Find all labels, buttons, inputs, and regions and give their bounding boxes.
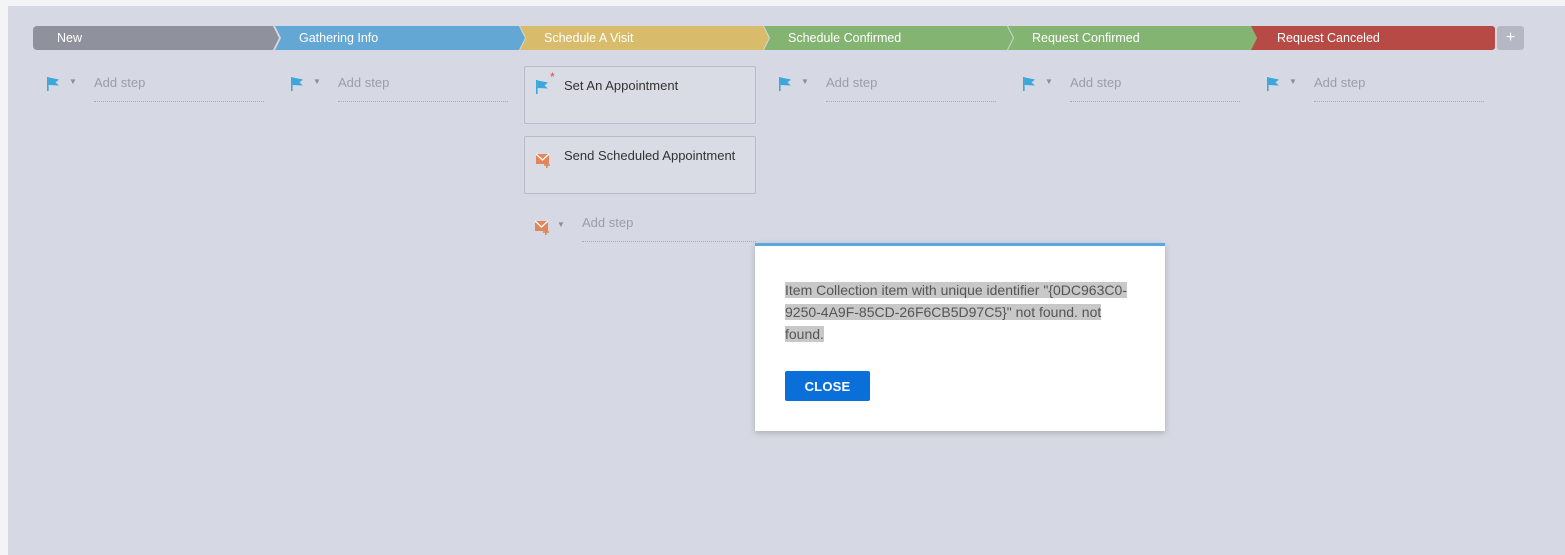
chevron-down-icon[interactable]: ▼ xyxy=(1289,77,1297,86)
stage-schedule-a-visit[interactable]: Schedule A Visit xyxy=(520,26,769,50)
stage-new[interactable]: New xyxy=(33,26,279,50)
step-card-label: Send Scheduled Appointment xyxy=(564,148,736,163)
error-message: Item Collection item with unique identif… xyxy=(785,279,1135,345)
stage-gathering-info[interactable]: Gathering Info xyxy=(275,26,525,50)
add-step-input[interactable]: Add step xyxy=(338,72,508,102)
chevron-down-icon[interactable]: ▼ xyxy=(801,77,809,86)
error-dialog: Item Collection item with unique identif… xyxy=(755,243,1165,431)
flag-icon[interactable] xyxy=(1266,76,1282,92)
add-step-input[interactable]: Add step xyxy=(94,72,264,102)
required-asterisk-icon: * xyxy=(550,70,555,84)
email-task-icon xyxy=(535,152,553,173)
flag-icon[interactable] xyxy=(778,76,794,92)
step-card-set-appointment[interactable]: * Set An Appointment xyxy=(524,66,756,124)
add-step-input[interactable]: Add step xyxy=(1070,72,1240,102)
chevron-down-icon[interactable]: ▼ xyxy=(69,77,77,86)
error-message-text: Item Collection item with unique identif… xyxy=(785,282,1127,342)
flag-icon xyxy=(535,79,551,100)
add-step-input[interactable]: Add step xyxy=(1314,72,1484,102)
email-task-icon[interactable] xyxy=(534,219,550,235)
step-card-send-scheduled-appointment[interactable]: Send Scheduled Appointment xyxy=(524,136,756,194)
chevron-down-icon[interactable]: ▼ xyxy=(557,220,565,229)
add-stage-button[interactable]: + xyxy=(1497,26,1524,50)
step-card-label: Set An Appointment xyxy=(564,78,679,93)
add-step-input[interactable]: Add step xyxy=(582,212,756,242)
flag-icon[interactable] xyxy=(1022,76,1038,92)
stage-schedule-confirmed[interactable]: Schedule Confirmed xyxy=(764,26,1013,50)
chevron-down-icon[interactable]: ▼ xyxy=(1045,77,1053,86)
stage-request-canceled[interactable]: Request Canceled xyxy=(1251,26,1495,50)
flag-icon[interactable] xyxy=(290,76,306,92)
add-step-input[interactable]: Add step xyxy=(826,72,996,102)
flag-icon[interactable] xyxy=(46,76,62,92)
stage-request-confirmed[interactable]: Request Confirmed xyxy=(1008,26,1257,50)
chevron-down-icon[interactable]: ▼ xyxy=(313,77,321,86)
close-button[interactable]: CLOSE xyxy=(785,371,870,401)
